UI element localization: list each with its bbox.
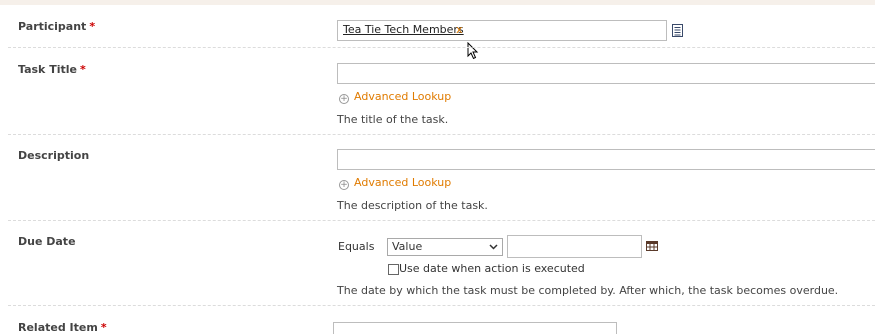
lookup-link-text[interactable]: Advanced Lookup	[354, 90, 451, 103]
use-execution-date-label[interactable]: Use date when action is executed	[399, 262, 585, 275]
row-separator	[8, 47, 875, 48]
chevron-down-icon	[489, 239, 498, 260]
mouse-cursor-icon	[467, 42, 479, 60]
task-title-input[interactable]	[337, 63, 875, 84]
related-item-label: Related Item *	[18, 321, 107, 334]
due-date-help: The date by which the task must be compl…	[337, 284, 839, 297]
task-title-label: Task Title *	[18, 63, 86, 76]
task-title-advanced-lookup[interactable]: + Advanced Lookup	[339, 90, 451, 104]
lookup-link-text[interactable]: Advanced Lookup	[354, 176, 451, 189]
required-mark: *	[79, 63, 86, 76]
description-help: The description of the task.	[337, 199, 488, 212]
calendar-icon[interactable]	[646, 241, 658, 251]
related-item-input[interactable]	[333, 322, 617, 334]
task-title-help: The title of the task.	[337, 113, 449, 126]
required-mark: *	[100, 321, 107, 334]
list-icon[interactable]	[672, 24, 683, 37]
task-title-label-text: Task Title	[18, 63, 77, 76]
row-separator	[8, 305, 875, 306]
plus-circle-icon: +	[339, 180, 349, 190]
row-separator	[8, 134, 875, 135]
due-date-type-select[interactable]: Value	[387, 238, 503, 256]
due-date-input[interactable]	[507, 235, 642, 258]
participant-label-text: Participant	[18, 20, 87, 33]
description-input[interactable]	[337, 149, 875, 170]
token-remove-button[interactable]: x	[456, 23, 463, 36]
due-date-operator: Equals	[338, 240, 375, 253]
participant-label: Participant *	[18, 20, 95, 33]
plus-circle-icon: +	[339, 94, 349, 104]
required-mark: *	[89, 20, 96, 33]
description-label: Description	[18, 149, 90, 162]
related-item-label-text: Related Item	[18, 321, 98, 334]
participant-token[interactable]: Tea Tie Tech Members	[343, 23, 464, 36]
use-execution-date-checkbox[interactable]	[388, 264, 399, 275]
top-strip	[0, 0, 875, 5]
description-advanced-lookup[interactable]: + Advanced Lookup	[339, 176, 451, 190]
due-date-label: Due Date	[18, 235, 76, 248]
select-value: Value	[392, 240, 423, 253]
row-separator	[8, 220, 875, 221]
